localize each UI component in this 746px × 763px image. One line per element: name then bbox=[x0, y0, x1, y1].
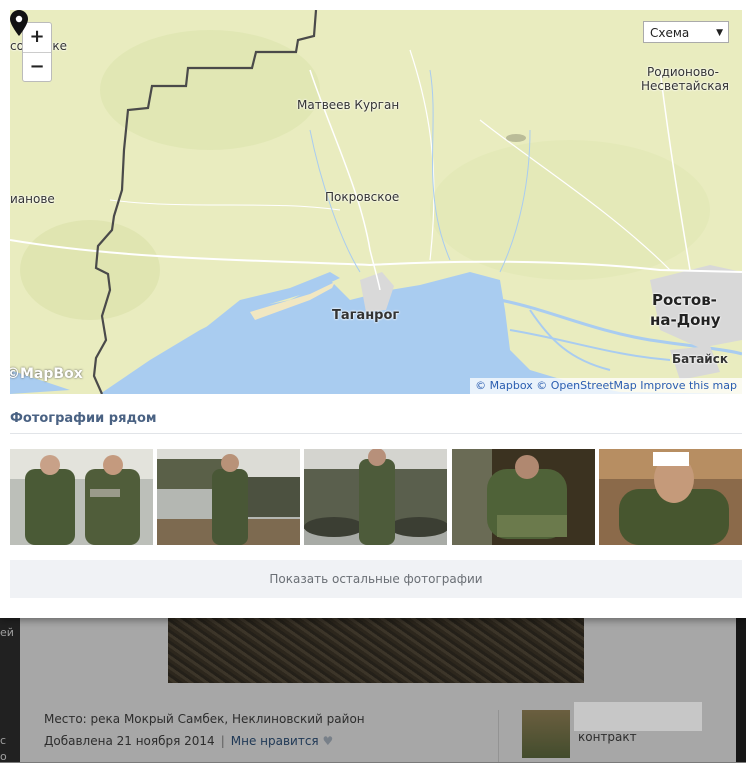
city-label: ианове bbox=[10, 192, 55, 206]
city-label: Батайск bbox=[672, 352, 728, 366]
mapbox-link[interactable]: © Mapbox bbox=[475, 379, 533, 392]
nearby-photo[interactable] bbox=[157, 449, 300, 545]
osm-link[interactable]: © OpenStreetMap bbox=[536, 379, 637, 392]
city-label: на-Дону bbox=[650, 311, 721, 329]
city-label: Ростов- bbox=[652, 291, 717, 309]
nearby-photo[interactable] bbox=[452, 449, 595, 545]
map-attribution: © Mapbox © OpenStreetMap Improve this ma… bbox=[470, 378, 742, 394]
nearby-photo[interactable] bbox=[10, 449, 153, 545]
location-pin-icon[interactable] bbox=[10, 10, 28, 36]
city-label: Несветайская bbox=[641, 79, 730, 93]
city-label: Матвеев Курган bbox=[297, 98, 400, 112]
divider bbox=[10, 433, 742, 434]
map-layer-value: Схема bbox=[650, 26, 690, 40]
nearby-photos-strip bbox=[10, 449, 742, 545]
chevron-down-icon: ▼ bbox=[716, 28, 723, 38]
show-more-photos-button[interactable]: Показать остальные фотографии bbox=[10, 560, 742, 598]
nearby-photos-title: Фотографии рядом bbox=[10, 411, 157, 426]
nearby-photo[interactable] bbox=[599, 449, 742, 545]
map-view[interactable]: Матвеев Курган Покровское Таганрог Родио… bbox=[10, 10, 742, 394]
improve-map-link[interactable]: Improve this map bbox=[640, 379, 737, 392]
modal-backdrop[interactable] bbox=[0, 618, 746, 762]
city-label: Родионово- bbox=[647, 65, 719, 79]
zoom-out-button[interactable]: − bbox=[23, 53, 51, 82]
city-label: Покровское bbox=[325, 190, 400, 204]
city-label: Таганрог bbox=[332, 308, 400, 323]
map-layer-select[interactable]: Схема ▼ bbox=[643, 21, 729, 43]
mapbox-logo: ©MapBox bbox=[10, 366, 83, 382]
nearby-photo[interactable] bbox=[304, 449, 447, 545]
photo-map-panel: Матвеев Курган Покровское Таганрог Родио… bbox=[0, 0, 746, 618]
